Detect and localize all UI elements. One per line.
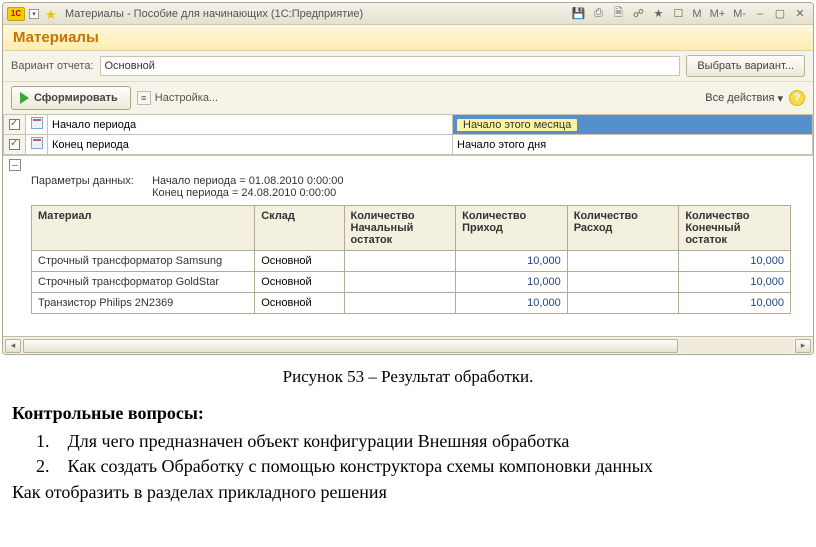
preview-icon[interactable]: 🗎 [609,6,627,22]
help-icon[interactable]: ? [789,90,805,106]
col-warehouse: Склад [255,206,344,251]
variant-label: Вариант отчета: [11,60,94,72]
minimize-icon[interactable]: – [751,6,769,22]
col-material: Материал [32,206,255,251]
page-title: Материалы [13,29,803,46]
question-item: 2. Как создать Обработку с помощью конст… [64,454,804,478]
period-grid: Начало периода Начало этого месяца Конец… [3,114,813,155]
col-in: Количество Приход [456,206,568,251]
question-item: Как отобразить в разделах прикладного ре… [12,480,804,504]
memory-mminus-button[interactable]: M- [730,8,749,20]
col-out: Количество Расход [567,206,679,251]
checkbox-icon[interactable] [9,119,20,130]
titlebar: 1C ▾ ★ Материалы - Пособие для начинающи… [3,3,813,25]
calendar-icon [31,117,43,129]
all-actions-label: Все действия [705,92,774,104]
data-parameters: Параметры данных: Начало периода = 01.08… [7,171,809,205]
question-item: 1. Для чего предназначен объект конфигур… [64,429,804,453]
calendar-icon [31,137,43,149]
star-icon[interactable]: ★ [45,7,59,21]
period-row-start[interactable]: Начало периода Начало этого месяца [4,115,813,135]
col-final: Количество Конечный остаток [679,206,791,251]
chevron-down-icon: ▾ [777,92,783,105]
generate-button-label: Сформировать [34,92,118,104]
collapse-icon[interactable]: – [9,159,21,171]
favorite-add-icon[interactable]: ★ [649,6,667,22]
maximize-icon[interactable]: ▢ [771,6,789,22]
link-icon[interactable]: ☍ [629,6,647,22]
play-icon [20,92,29,104]
period-name: Начало периода [48,115,453,135]
page-header: Материалы [3,25,813,51]
scroll-track[interactable] [23,339,793,353]
checkbox-icon[interactable] [9,139,20,150]
toolbar: Сформировать ≡ Настройка... Все действия… [3,82,813,114]
titlebar-menu-icon[interactable]: ▾ [29,9,39,19]
params-line: Начало периода = 01.08.2010 0:00:00 [152,175,343,187]
period-value[interactable]: Начало этого месяца [457,119,577,131]
table-row[interactable]: Строчный трансформатор GoldStar Основной… [32,272,791,293]
document-text: Контрольные вопросы: 1. Для чего предназ… [0,401,816,514]
period-name: Конец периода [48,135,453,155]
calc-icon[interactable]: ☐ [669,6,687,22]
scroll-thumb[interactable] [23,339,678,353]
all-actions-dropdown[interactable]: Все действия ▾ [705,92,783,105]
period-row-end[interactable]: Конец периода Начало этого дня [4,135,813,155]
settings-label: Настройка... [155,92,218,104]
memory-mplus-button[interactable]: M+ [707,8,729,20]
close-icon[interactable]: ✕ [791,6,809,22]
save-icon[interactable]: 💾 [569,6,587,22]
params-line: Конец периода = 24.08.2010 0:00:00 [152,187,336,199]
data-table: Материал Склад Количество Начальный оста… [31,205,791,314]
col-initial: Количество Начальный остаток [344,206,456,251]
variant-input[interactable] [100,56,681,76]
horizontal-scrollbar[interactable]: ◂ ▸ [3,336,813,354]
choose-variant-button[interactable]: Выбрать вариант... [686,55,805,77]
memory-m-button[interactable]: M [689,8,704,20]
settings-icon: ≡ [137,91,151,105]
app-window: 1C ▾ ★ Материалы - Пособие для начинающи… [2,2,814,355]
variant-row: Вариант отчета: Выбрать вариант... [3,51,813,82]
figure-caption: Рисунок 53 – Результат обработки. [0,367,816,387]
scroll-left-icon[interactable]: ◂ [5,339,21,353]
report-body: – Параметры данных: Начало периода = 01.… [3,155,813,336]
generate-button[interactable]: Сформировать [11,86,131,110]
questions-heading: Контрольные вопросы: [12,401,804,425]
table-row[interactable]: Транзистор Philips 2N2369 Основной 10,00… [32,293,791,314]
window-title: Материалы - Пособие для начинающих (1С:П… [65,8,363,20]
period-value[interactable]: Начало этого дня [453,135,813,155]
table-row[interactable]: Строчный трансформатор Samsung Основной … [32,251,791,272]
settings-button[interactable]: ≡ Настройка... [137,91,218,105]
scroll-right-icon[interactable]: ▸ [795,339,811,353]
params-label: Параметры данных: [31,175,149,187]
print-icon[interactable]: ⎙ [589,6,607,22]
table-header-row: Материал Склад Количество Начальный оста… [32,206,791,251]
logo-1c-icon: 1C [7,7,25,21]
